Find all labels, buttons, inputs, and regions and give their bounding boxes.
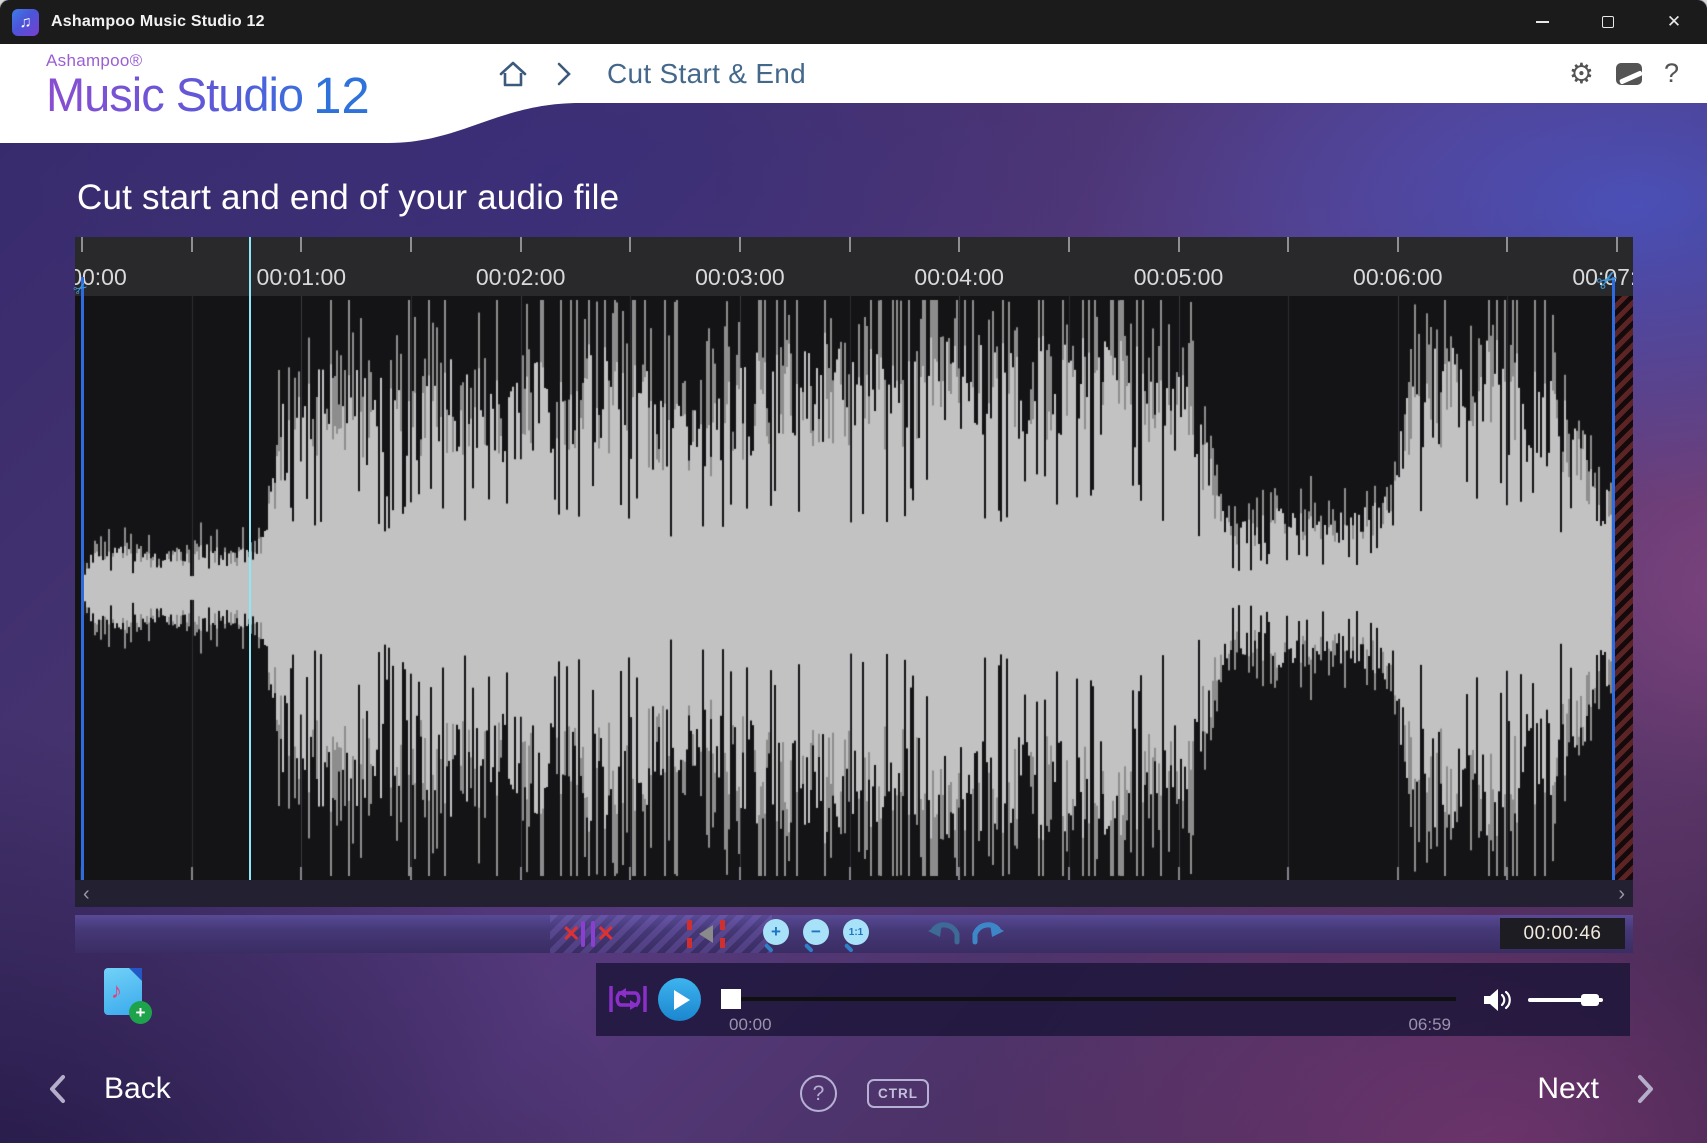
- breadcrumb-page: Cut Start & End: [607, 58, 806, 90]
- scroll-right-icon[interactable]: ›: [1618, 884, 1625, 904]
- ruler-tick: [629, 237, 631, 252]
- redo-button[interactable]: [969, 920, 1005, 948]
- ctrl-key-badge: CTRL: [867, 1079, 929, 1108]
- zoom-out-icon: −: [803, 919, 829, 945]
- minimize-icon: [1536, 21, 1549, 23]
- help-icon[interactable]: ?: [1664, 58, 1679, 89]
- waveform-area[interactable]: [75, 296, 1633, 880]
- selection-edge-icon: [720, 920, 725, 948]
- mute-selection-button[interactable]: [687, 920, 725, 948]
- zoom-in-button[interactable]: +: [763, 919, 793, 949]
- settings-gear-icon[interactable]: ⚙: [1569, 60, 1594, 88]
- ruler-label: 00:04:00: [914, 264, 1004, 291]
- app-window: ♫ Ashampoo Music Studio 12 ✕ Ashampoo® M…: [0, 0, 1707, 1143]
- titlebar: ♫ Ashampoo Music Studio 12 ✕: [0, 0, 1707, 44]
- selection-edge-icon: [687, 920, 692, 948]
- minimize-button[interactable]: [1509, 0, 1575, 44]
- waveform-scrollbar[interactable]: ‹ ›: [75, 880, 1633, 907]
- next-label: Next: [1537, 1072, 1599, 1106]
- seek-thumb[interactable]: [721, 989, 741, 1009]
- edit-toolbar: ✕ ✕ + − 1:1: [75, 915, 1633, 953]
- file-fold-icon: [129, 968, 142, 981]
- cut-end-marker[interactable]: [1612, 277, 1615, 880]
- ruler-tick: [81, 237, 83, 252]
- ruler-tick: [410, 237, 412, 252]
- volume-thumb[interactable]: [1581, 994, 1599, 1006]
- elapsed-time: 00:00: [729, 1015, 772, 1035]
- page-title: Cut start and end of your audio file: [77, 178, 619, 218]
- ruler-tick: [1506, 237, 1508, 252]
- volume-icon[interactable]: [1481, 986, 1515, 1014]
- speaker-icon: [699, 925, 713, 943]
- ruler-label: 00:03:00: [695, 264, 785, 291]
- zoom-reset-button[interactable]: 1:1: [843, 919, 873, 949]
- maximize-icon: [1602, 16, 1614, 28]
- zoom-1-1-icon: 1:1: [843, 919, 869, 945]
- back-label: Back: [104, 1072, 171, 1106]
- ruler-tick: [739, 237, 741, 252]
- chevron-right-icon: [557, 62, 571, 86]
- scroll-left-icon[interactable]: ‹: [83, 884, 90, 904]
- maximize-button[interactable]: [1575, 0, 1641, 44]
- ruler-label: 00:05:00: [1134, 264, 1224, 291]
- chevron-right-icon: [1637, 1074, 1655, 1104]
- undo-button[interactable]: [927, 920, 963, 948]
- ruler-tick: [958, 237, 960, 252]
- chevron-left-icon: [48, 1074, 66, 1104]
- ruler-tick: [849, 237, 851, 252]
- close-icon: ✕: [1667, 12, 1681, 32]
- ruler-tick: [1397, 237, 1399, 252]
- ruler-tick: [1178, 237, 1180, 252]
- play-icon: [674, 990, 690, 1010]
- duration-time: 06:59: [1391, 1015, 1451, 1035]
- ruler-label: 00:01:00: [257, 264, 347, 291]
- shortcut-help-button[interactable]: ?: [800, 1075, 837, 1112]
- hint-group: ? CTRL: [800, 1075, 929, 1112]
- back-button[interactable]: Back: [48, 1072, 171, 1106]
- zoom-in-icon: +: [763, 919, 789, 945]
- zoom-out-button[interactable]: −: [803, 919, 833, 949]
- ruler-tick: [520, 237, 522, 252]
- loop-button[interactable]: [608, 981, 648, 1017]
- breadcrumb: Cut Start & End: [497, 44, 806, 103]
- ruler-tick: [1616, 237, 1618, 252]
- brand-logo: Ashampoo® Music Studio12: [46, 52, 370, 121]
- time-ruler[interactable]: 00:00:0000:01:0000:02:0000:03:0000:04:00…: [75, 237, 1633, 296]
- cursor-time-display: 00:00:46: [1500, 918, 1625, 949]
- app-title: Ashampoo Music Studio 12: [51, 13, 265, 31]
- window-controls: ✕: [1509, 0, 1707, 44]
- trimmed-region: [1615, 296, 1633, 880]
- marker-bar-icon: [591, 921, 595, 947]
- ruler-label: 00:02:00: [476, 264, 566, 291]
- feedback-icon[interactable]: [1616, 63, 1642, 85]
- play-button[interactable]: [658, 978, 701, 1021]
- cut-before-marker-button[interactable]: ✕: [562, 921, 586, 947]
- home-icon[interactable]: [497, 59, 529, 89]
- seek-track[interactable]: [731, 997, 1456, 1001]
- ruler-tick: [1287, 237, 1289, 252]
- add-audio-file-button[interactable]: ♪ +: [104, 968, 152, 1026]
- player-bar: 00:00 06:59: [596, 963, 1630, 1036]
- waveform-editor: 00:00:0000:01:0000:02:0000:03:0000:04:00…: [75, 237, 1633, 907]
- next-button[interactable]: Next: [1537, 1072, 1655, 1106]
- cut-after-marker-button[interactable]: ✕: [590, 921, 614, 947]
- music-note-icon: ♪: [111, 978, 122, 1004]
- app-icon: ♫: [12, 9, 39, 36]
- close-button[interactable]: ✕: [1641, 0, 1707, 44]
- playhead-cursor[interactable]: [249, 237, 251, 880]
- marker-bar-icon: [581, 921, 585, 947]
- brand-name: Music Studio: [46, 71, 303, 118]
- volume-slider[interactable]: [1528, 998, 1603, 1002]
- brand-version: 12: [313, 67, 370, 124]
- ruler-tick: [300, 237, 302, 252]
- ruler-tick: [1068, 237, 1070, 252]
- ruler-label: 00:06:00: [1353, 264, 1443, 291]
- ruler-tick: [191, 237, 193, 252]
- cut-start-marker[interactable]: [81, 277, 84, 880]
- waveform-canvas[interactable]: [75, 296, 1633, 880]
- header-actions: ⚙ ?: [1569, 44, 1679, 103]
- cut-x-icon: ✕: [562, 923, 580, 945]
- cut-x-icon: ✕: [596, 923, 614, 945]
- plus-icon: +: [129, 1001, 152, 1024]
